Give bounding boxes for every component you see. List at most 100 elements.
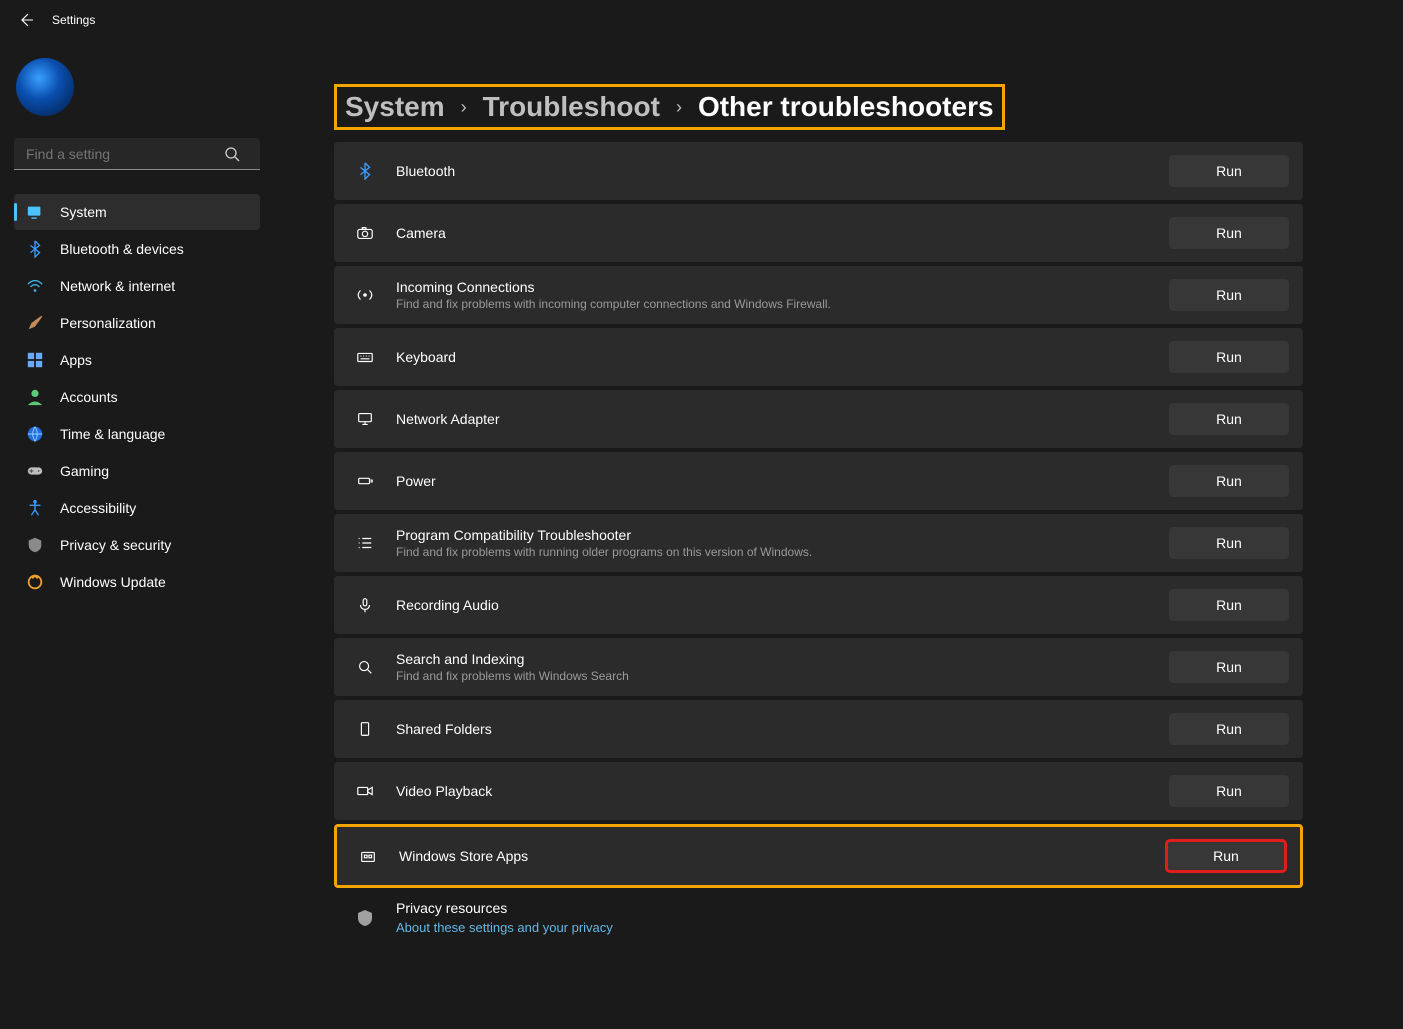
keyboard-icon bbox=[354, 348, 376, 366]
run-button-bluetooth-ts[interactable]: Run bbox=[1169, 155, 1289, 187]
run-button-camera-ts[interactable]: Run bbox=[1169, 217, 1289, 249]
privacy-resources-row: Privacy resources About these settings a… bbox=[334, 892, 1303, 943]
incoming-icon bbox=[354, 286, 376, 304]
privacy-link[interactable]: About these settings and your privacy bbox=[396, 920, 1289, 935]
row-title: Keyboard bbox=[396, 349, 1149, 365]
row-texts: Video Playback bbox=[396, 775, 1149, 807]
row-title: Camera bbox=[396, 225, 1149, 241]
brush-icon bbox=[26, 314, 44, 332]
row-texts: Bluetooth bbox=[396, 155, 1149, 187]
row-description: Find and fix problems with running older… bbox=[396, 545, 1149, 559]
sidebar-item-privacy[interactable]: Privacy & security bbox=[14, 527, 260, 563]
sidebar: System Bluetooth & devices Network & int… bbox=[0, 40, 300, 1029]
run-button-video-ts[interactable]: Run bbox=[1169, 775, 1289, 807]
search-container bbox=[14, 138, 286, 170]
accessibility-icon bbox=[26, 499, 44, 517]
run-button-recaudio-ts[interactable]: Run bbox=[1169, 589, 1289, 621]
row-title: Video Playback bbox=[396, 783, 1149, 799]
troubleshooter-row-progcompat-ts: Program Compatibility Troubleshooter Fin… bbox=[334, 514, 1303, 572]
back-button[interactable] bbox=[18, 12, 34, 28]
troubleshooter-row-store-ts: Windows Store Apps Run bbox=[334, 824, 1303, 888]
row-texts: Shared Folders bbox=[396, 713, 1149, 745]
run-button-search-ts[interactable]: Run bbox=[1169, 651, 1289, 683]
troubleshooter-row-keyboard-ts: Keyboard Run bbox=[334, 328, 1303, 386]
sidebar-item-label: Windows Update bbox=[60, 574, 166, 590]
sidebar-item-personalization[interactable]: Personalization bbox=[14, 305, 260, 341]
sidebar-item-time[interactable]: Time & language bbox=[14, 416, 260, 452]
troubleshooter-list: Bluetooth Run Camera Run Incoming Connec… bbox=[334, 142, 1303, 943]
sidebar-item-update[interactable]: Windows Update bbox=[14, 564, 260, 600]
row-title: Program Compatibility Troubleshooter bbox=[396, 527, 1149, 543]
run-button-keyboard-ts[interactable]: Run bbox=[1169, 341, 1289, 373]
shield-icon bbox=[354, 908, 376, 928]
sidebar-item-bluetooth[interactable]: Bluetooth & devices bbox=[14, 231, 260, 267]
bluetooth-icon bbox=[354, 162, 376, 180]
row-texts: Program Compatibility Troubleshooter Fin… bbox=[396, 519, 1149, 567]
breadcrumb-item: Other troubleshooters bbox=[698, 91, 994, 123]
row-title: Network Adapter bbox=[396, 411, 1149, 427]
troubleshooter-row-video-ts: Video Playback Run bbox=[334, 762, 1303, 820]
sidebar-item-label: System bbox=[60, 204, 107, 220]
search-icon bbox=[354, 658, 376, 676]
sidebar-item-label: Accounts bbox=[60, 389, 118, 405]
run-button-shared-ts[interactable]: Run bbox=[1169, 713, 1289, 745]
run-button-incoming-ts[interactable]: Run bbox=[1169, 279, 1289, 311]
troubleshooter-row-incoming-ts: Incoming Connections Find and fix proble… bbox=[334, 266, 1303, 324]
camera-icon bbox=[354, 224, 376, 242]
breadcrumb: System › Troubleshoot › Other troubleshooter… bbox=[334, 84, 1005, 130]
window-header: Settings bbox=[0, 0, 1403, 40]
sidebar-item-system[interactable]: System bbox=[14, 194, 260, 230]
row-description: Find and fix problems with incoming comp… bbox=[396, 297, 1149, 311]
person-icon bbox=[26, 388, 44, 406]
troubleshooter-row-netadapter-ts: Network Adapter Run bbox=[334, 390, 1303, 448]
sidebar-item-accessibility[interactable]: Accessibility bbox=[14, 490, 260, 526]
run-button-power-ts[interactable]: Run bbox=[1169, 465, 1289, 497]
row-texts: Recording Audio bbox=[396, 589, 1149, 621]
globe-icon bbox=[26, 425, 44, 443]
row-title: Bluetooth bbox=[396, 163, 1149, 179]
sidebar-item-label: Personalization bbox=[60, 315, 156, 331]
main-content: System › Troubleshoot › Other troubleshooter… bbox=[300, 40, 1403, 1029]
run-button-netadapter-ts[interactable]: Run bbox=[1169, 403, 1289, 435]
sidebar-item-label: Privacy & security bbox=[60, 537, 171, 553]
troubleshooter-row-bluetooth-ts: Bluetooth Run bbox=[334, 142, 1303, 200]
row-texts: Keyboard bbox=[396, 341, 1149, 373]
nav-list: System Bluetooth & devices Network & int… bbox=[14, 194, 286, 600]
breadcrumb-item[interactable]: Troubleshoot bbox=[483, 91, 660, 123]
troubleshooter-row-search-ts: Search and Indexing Find and fix problem… bbox=[334, 638, 1303, 696]
row-texts: Windows Store Apps bbox=[399, 840, 1146, 872]
row-texts: Privacy resources About these settings a… bbox=[396, 892, 1289, 943]
troubleshooter-row-recaudio-ts: Recording Audio Run bbox=[334, 576, 1303, 634]
sidebar-item-apps[interactable]: Apps bbox=[14, 342, 260, 378]
row-title: Windows Store Apps bbox=[399, 848, 1146, 864]
chevron-right-icon: › bbox=[676, 97, 682, 118]
update-icon bbox=[26, 573, 44, 591]
row-texts: Network Adapter bbox=[396, 403, 1149, 435]
sidebar-item-accounts[interactable]: Accounts bbox=[14, 379, 260, 415]
sidebar-item-label: Network & internet bbox=[60, 278, 175, 294]
sidebar-item-label: Accessibility bbox=[60, 500, 136, 516]
sidebar-item-network[interactable]: Network & internet bbox=[14, 268, 260, 304]
apps-icon bbox=[26, 351, 44, 369]
store-icon bbox=[357, 847, 379, 865]
run-button-progcompat-ts[interactable]: Run bbox=[1169, 527, 1289, 559]
user-avatar[interactable] bbox=[16, 58, 74, 116]
chevron-right-icon: › bbox=[461, 97, 467, 118]
search-icon bbox=[224, 146, 240, 162]
sidebar-item-gaming[interactable]: Gaming bbox=[14, 453, 260, 489]
troubleshooter-row-power-ts: Power Run bbox=[334, 452, 1303, 510]
power-icon bbox=[354, 472, 376, 490]
row-title: Search and Indexing bbox=[396, 651, 1149, 667]
row-texts: Power bbox=[396, 465, 1149, 497]
run-button-store-ts[interactable]: Run bbox=[1166, 840, 1286, 872]
row-title: Power bbox=[396, 473, 1149, 489]
wifi-icon bbox=[26, 277, 44, 295]
gaming-icon bbox=[26, 462, 44, 480]
privacy-title: Privacy resources bbox=[396, 900, 1289, 916]
shield-icon bbox=[26, 536, 44, 554]
list-icon bbox=[354, 534, 376, 552]
video-icon bbox=[354, 782, 376, 800]
sharedfolder-icon bbox=[354, 720, 376, 738]
breadcrumb-item[interactable]: System bbox=[345, 91, 445, 123]
row-texts: Camera bbox=[396, 217, 1149, 249]
